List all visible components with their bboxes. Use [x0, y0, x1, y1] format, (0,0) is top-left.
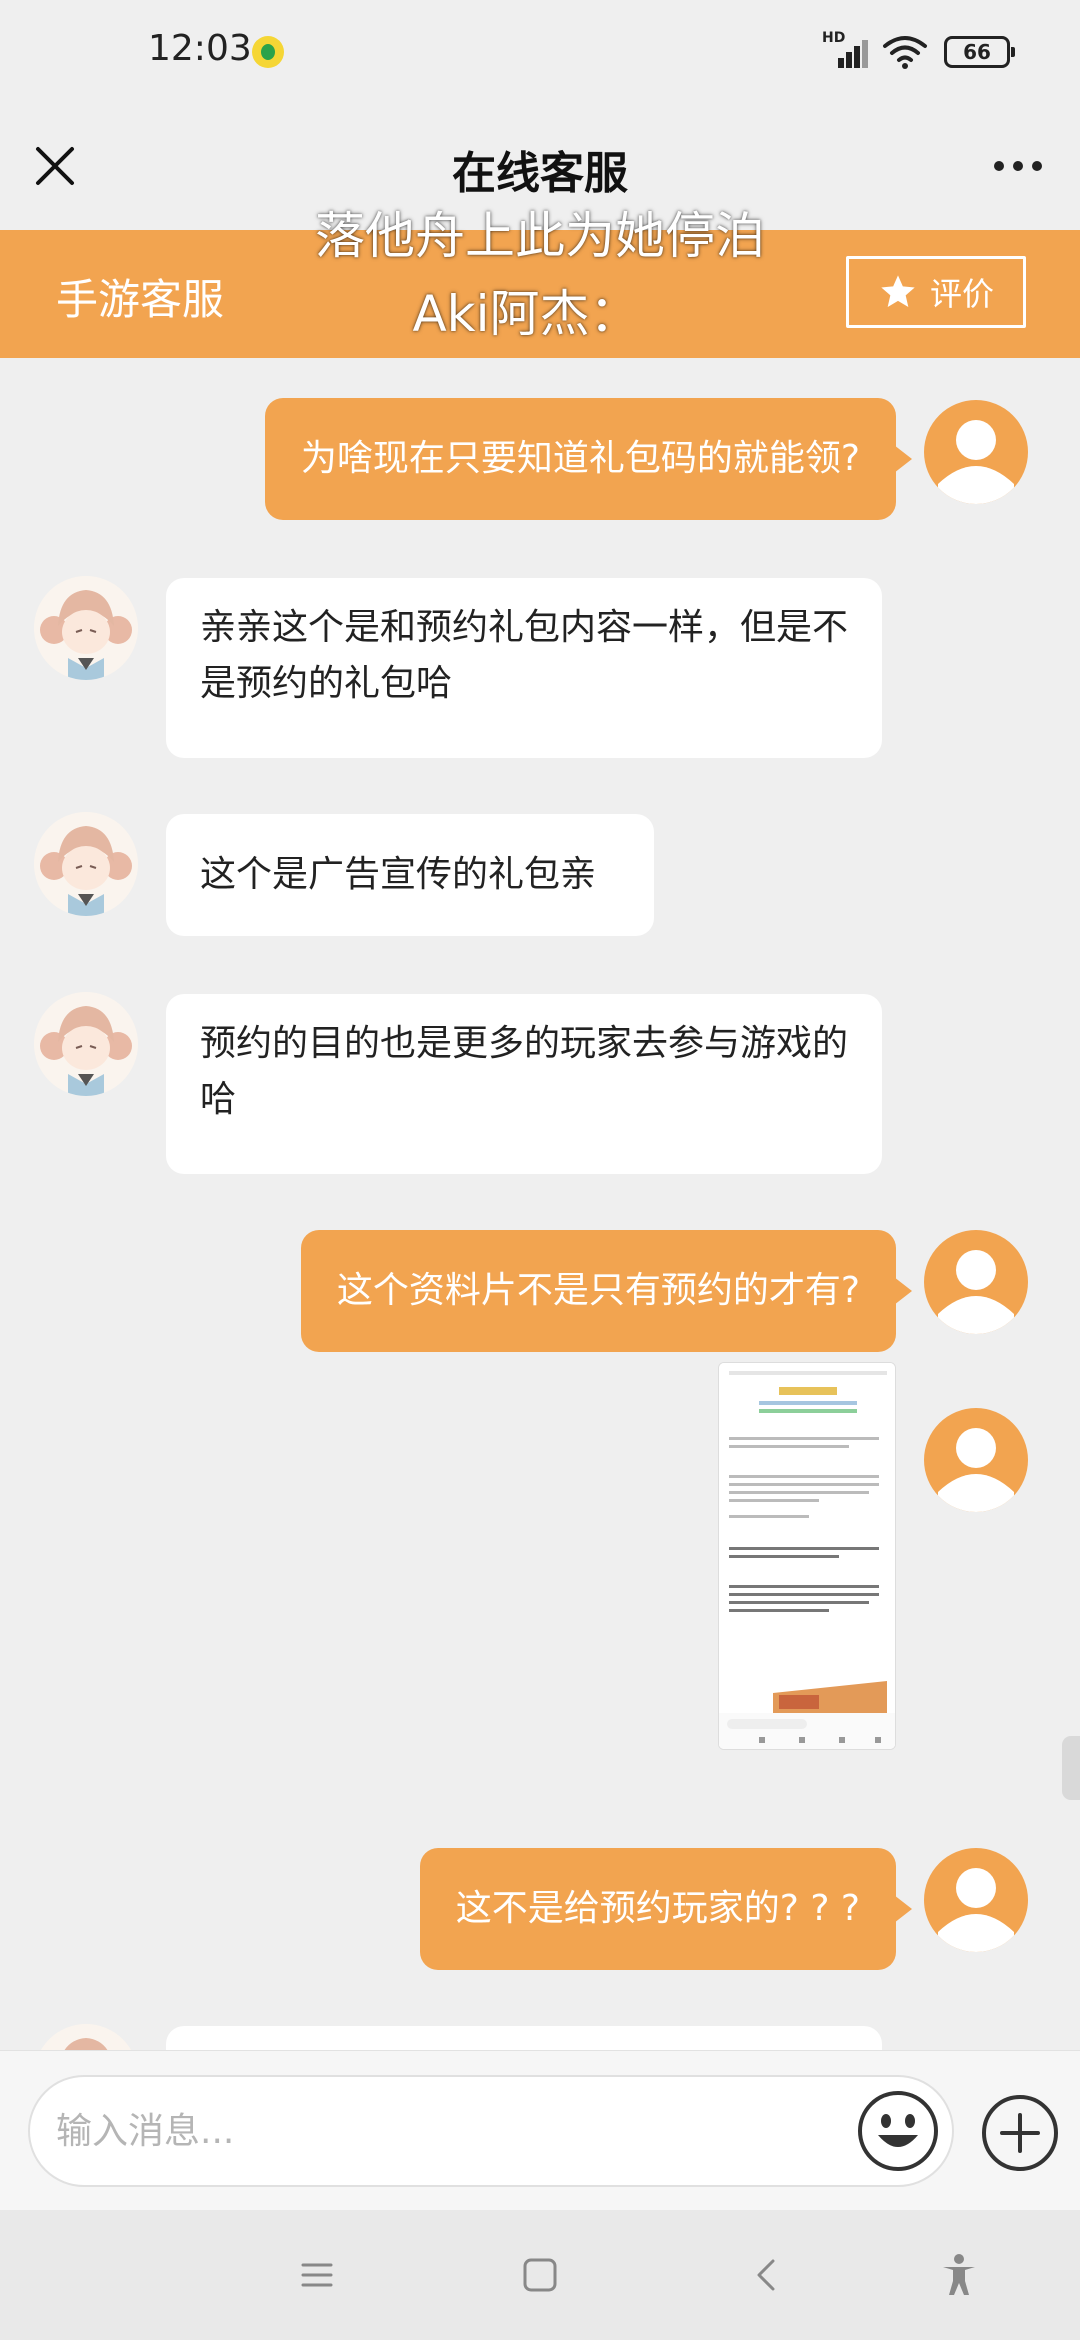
battery-level: 66 — [963, 40, 991, 64]
scrollbar-thumb[interactable] — [1062, 1736, 1080, 1800]
plus-icon — [982, 2095, 1058, 2171]
user-avatar-icon — [938, 1250, 1014, 1334]
music-app-icon — [252, 36, 284, 68]
user-avatar-icon — [938, 1428, 1014, 1512]
screenshot-thumbnail — [719, 1363, 895, 1749]
cell-signal-icon: HD — [822, 30, 868, 72]
message-text: 这个是广告宣传的礼包亲 — [200, 854, 597, 895]
agent-avatar-icon — [34, 992, 138, 1096]
system-nav-bar — [0, 2210, 1080, 2340]
agent-message-bubble[interactable]: 预约的目的也是更多的玩家去参与游戏的哈 — [166, 994, 882, 1174]
agent-avatar[interactable] — [34, 576, 138, 680]
user-avatar[interactable] — [924, 400, 1028, 504]
message-text: 这不是给预约玩家的? ? ? — [455, 1888, 860, 1929]
message-text: 这个资料片不是只有预约的才有? — [336, 1270, 860, 1311]
agent-avatar[interactable] — [34, 812, 138, 916]
status-indicators: HD 66 — [822, 30, 1015, 72]
home-button[interactable] — [515, 2250, 565, 2300]
rate-button[interactable]: 评价 — [846, 256, 1026, 328]
agent-avatar[interactable] — [34, 992, 138, 1096]
back-chevron-icon — [757, 2259, 775, 2291]
status-bar: 12:03 HD 66 — [0, 0, 1080, 105]
add-attachment-button[interactable] — [980, 2093, 1060, 2173]
message-text: 为啥现在只要知道礼包码的就能领? — [300, 438, 860, 479]
user-message-bubble[interactable]: 这不是给预约玩家的? ? ? — [419, 1848, 913, 1970]
menu-icon — [301, 2263, 333, 2287]
message-text: 亲亲这个是和预约礼包内容一样，但是不是预约的礼包哈 — [200, 607, 849, 704]
message-input-bar — [0, 2050, 1080, 2210]
more-button[interactable] — [978, 133, 1058, 199]
back-button[interactable] — [742, 2250, 792, 2300]
home-square-icon — [523, 2258, 557, 2292]
star-icon — [881, 275, 915, 307]
user-avatar-icon — [938, 1868, 1014, 1952]
rate-label: 评价 — [929, 275, 994, 313]
agent-avatar-icon — [34, 576, 138, 680]
accessibility-button[interactable] — [934, 2250, 984, 2300]
user-message-bubble[interactable]: 为啥现在只要知道礼包码的就能领? — [264, 398, 913, 520]
emoji-button[interactable] — [856, 2089, 940, 2173]
agent-message-bubble[interactable]: 亲亲这个是和预约礼包内容一样，但是不是预约的礼包哈 — [166, 578, 882, 758]
chat-messages[interactable]: 为啥现在只要知道礼包码的就能领? 亲亲这个是和预约礼包内容一样，但是不是预约的礼… — [0, 358, 1080, 2050]
message-input[interactable] — [28, 2075, 954, 2187]
agent-message-bubble[interactable]: 这个是广告宣传的礼包亲 — [166, 814, 654, 936]
page-title: 在线客服 — [452, 148, 628, 199]
user-avatar-icon — [938, 420, 1014, 504]
image-message-thumbnail[interactable] — [718, 1362, 896, 1750]
agent-avatar-icon — [34, 812, 138, 916]
agent-message-bubble[interactable] — [166, 2026, 882, 2050]
user-avatar[interactable] — [924, 1408, 1028, 1512]
agent-avatar[interactable] — [34, 2024, 138, 2050]
status-time: 12:03 — [148, 28, 252, 69]
recent-apps-button[interactable] — [292, 2250, 342, 2300]
user-message-bubble[interactable]: 这个资料片不是只有预约的才有? — [300, 1230, 913, 1352]
network-type-label: HD — [822, 30, 846, 46]
battery-icon: 66 — [944, 36, 1015, 68]
message-text: 预约的目的也是更多的玩家去参与游戏的哈 — [200, 1023, 849, 1120]
service-name: 手游客服 — [56, 275, 225, 324]
wifi-icon — [883, 36, 927, 69]
more-icon — [994, 161, 1004, 171]
accessibility-icon — [943, 2254, 975, 2295]
emoji-icon — [858, 2091, 938, 2171]
user-avatar[interactable] — [924, 1848, 1028, 1952]
nav-bar: 在线客服 — [0, 105, 1080, 230]
user-avatar[interactable] — [924, 1230, 1028, 1334]
agent-avatar-icon — [40, 2024, 132, 2050]
service-header: 手游客服 评价 — [0, 230, 1080, 358]
